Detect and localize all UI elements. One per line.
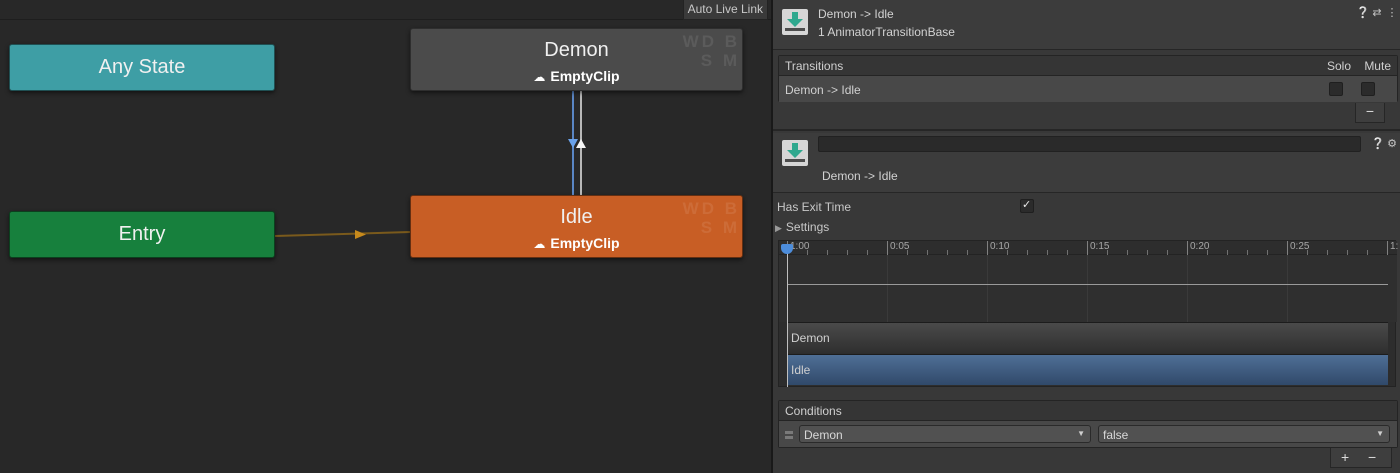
condition-parameter-value: Demon — [804, 428, 843, 442]
ruler-label: 0:25 — [1290, 241, 1310, 252]
demon-clip-label: EmptyClip — [550, 68, 620, 84]
inspector-panel: Demon -> Idle 1 AnimatorTransitionBase ❔… — [773, 0, 1400, 473]
ruler-tick — [1087, 241, 1088, 255]
down-arrow-icon — [568, 139, 578, 148]
help-icon[interactable]: ❔ — [1371, 137, 1385, 150]
demon-clip: ☁ EmptyClip — [411, 68, 742, 84]
blend-curve — [787, 284, 1388, 285]
condition-add-remove: + − — [1330, 448, 1392, 468]
inspector-header: Demon -> Idle 1 AnimatorTransitionBase ❔… — [773, 0, 1400, 50]
chevron-down-icon: ▼ — [1077, 429, 1085, 438]
playhead[interactable] — [787, 245, 788, 387]
drag-handle-icon[interactable]: 〓 — [784, 427, 794, 442]
ruler-label: 0:15 — [1090, 241, 1110, 252]
transition-row-label: Demon -> Idle — [785, 83, 861, 97]
clip-icon: ☁ — [533, 70, 546, 84]
inspector-subtitle: 1 AnimatorTransitionBase — [818, 25, 955, 39]
ruler-tick — [1187, 241, 1188, 255]
solo-checkbox[interactable] — [1329, 82, 1343, 96]
has-exit-time-checkbox[interactable] — [1020, 198, 1034, 213]
settings-sliders-icon[interactable]: ⇄ — [1371, 6, 1383, 19]
settings-label: Settings — [785, 220, 830, 234]
transition-icon — [782, 9, 808, 35]
timeline-ruler: 1:00 0:05 0:10 0:15 0:20 0:25 1: — [779, 241, 1399, 255]
remove-condition-button[interactable]: − — [1368, 449, 1376, 465]
source-state-bar[interactable]: Demon — [787, 322, 1388, 353]
entry-title: Entry — [118, 223, 166, 245]
mute-checkbox[interactable] — [1361, 82, 1375, 96]
idle-clip: ☁ EmptyClip — [411, 235, 742, 251]
gear-icon[interactable]: ⚙ — [1386, 137, 1398, 150]
graph-toolbar: Auto Live Link — [0, 0, 771, 20]
destination-state-bar[interactable]: Idle — [787, 354, 1388, 385]
remove-transition-button[interactable]: − — [1355, 103, 1385, 123]
transition-name-field[interactable] — [818, 136, 1361, 152]
ruler-tick — [887, 241, 888, 255]
idle-state-node[interactable]: WD BS M Idle ☁ EmptyClip — [410, 195, 743, 258]
state-machine-graph[interactable]: Auto Live Link Any State Entry WD BS M D… — [0, 0, 771, 473]
demon-state-node[interactable]: WD BS M Demon ☁ EmptyClip — [410, 28, 743, 91]
any-state-node[interactable]: Any State — [9, 44, 275, 91]
has-exit-time-label: Has Exit Time — [777, 200, 852, 214]
conditions-header: Conditions — [779, 401, 1397, 421]
ruler-tick — [1287, 241, 1288, 255]
mute-column-label: Mute — [1364, 59, 1391, 73]
add-condition-button[interactable]: + — [1341, 449, 1349, 465]
transition-detail-label: Demon -> Idle — [822, 169, 898, 183]
condition-value-dropdown[interactable]: false ▼ — [1098, 425, 1390, 443]
more-icon[interactable]: ⋮ — [1386, 6, 1398, 19]
transition-timeline[interactable]: 1:00 0:05 0:10 0:15 0:20 0:25 1: Demon I… — [778, 240, 1399, 387]
ruler-label: 0:10 — [990, 241, 1010, 252]
timeline-curve-area — [779, 255, 1397, 322]
conditions-list: Conditions 〓 Demon ▼ false ▼ — [778, 400, 1398, 448]
header-icons: ❔ ⇄ ⋮ — [1356, 6, 1398, 19]
transition-icon — [782, 140, 808, 166]
entry-link-arrow-icon — [355, 230, 366, 239]
transition-row[interactable]: Demon -> Idle — [779, 76, 1397, 102]
condition-parameter-dropdown[interactable]: Demon ▼ — [799, 425, 1091, 443]
inspector-title: Demon -> Idle — [818, 7, 894, 21]
conditions-label: Conditions — [785, 404, 842, 418]
ruler-tick — [987, 241, 988, 255]
solo-column-label: Solo — [1326, 59, 1351, 73]
transition-detail-header: Demon -> Idle ❔ ⚙ — [773, 133, 1400, 193]
up-arrow-icon — [576, 139, 586, 148]
clip-icon: ☁ — [533, 237, 546, 251]
destination-state-label: Idle — [791, 363, 811, 377]
demon-state-title: Demon — [544, 39, 609, 61]
entry-node[interactable]: Entry — [9, 211, 275, 258]
transitions-list: Transitions Solo Mute Demon -> Idle — [778, 55, 1398, 102]
foldout-arrow-icon: ▶ — [775, 223, 782, 233]
section-divider — [773, 129, 1400, 131]
idle-clip-label: EmptyClip — [550, 235, 620, 251]
condition-row: 〓 Demon ▼ false ▼ — [779, 421, 1397, 447]
any-state-title: Any State — [98, 56, 186, 78]
animator-window: Auto Live Link Any State Entry WD BS M D… — [0, 0, 1400, 473]
detail-header-icons: ❔ ⚙ — [1371, 137, 1398, 150]
source-state-label: Demon — [791, 331, 830, 345]
auto-live-link-button[interactable]: Auto Live Link — [682, 0, 768, 20]
help-icon[interactable]: ❔ — [1356, 6, 1370, 19]
ruler-label: 0:05 — [890, 241, 910, 252]
condition-value-text: false — [1103, 428, 1129, 442]
ruler-label: 1: — [1390, 241, 1399, 252]
ruler-label: 0:20 — [1190, 241, 1210, 252]
entry-to-idle-link — [274, 231, 411, 237]
idle-state-title: Idle — [560, 206, 593, 228]
transitions-label: Transitions — [785, 59, 844, 73]
chevron-down-icon: ▼ — [1376, 429, 1384, 438]
ruler-tick — [1387, 241, 1388, 255]
settings-foldout[interactable]: ▶ Settings — [775, 220, 829, 234]
transitions-header: Transitions Solo Mute — [779, 56, 1397, 76]
